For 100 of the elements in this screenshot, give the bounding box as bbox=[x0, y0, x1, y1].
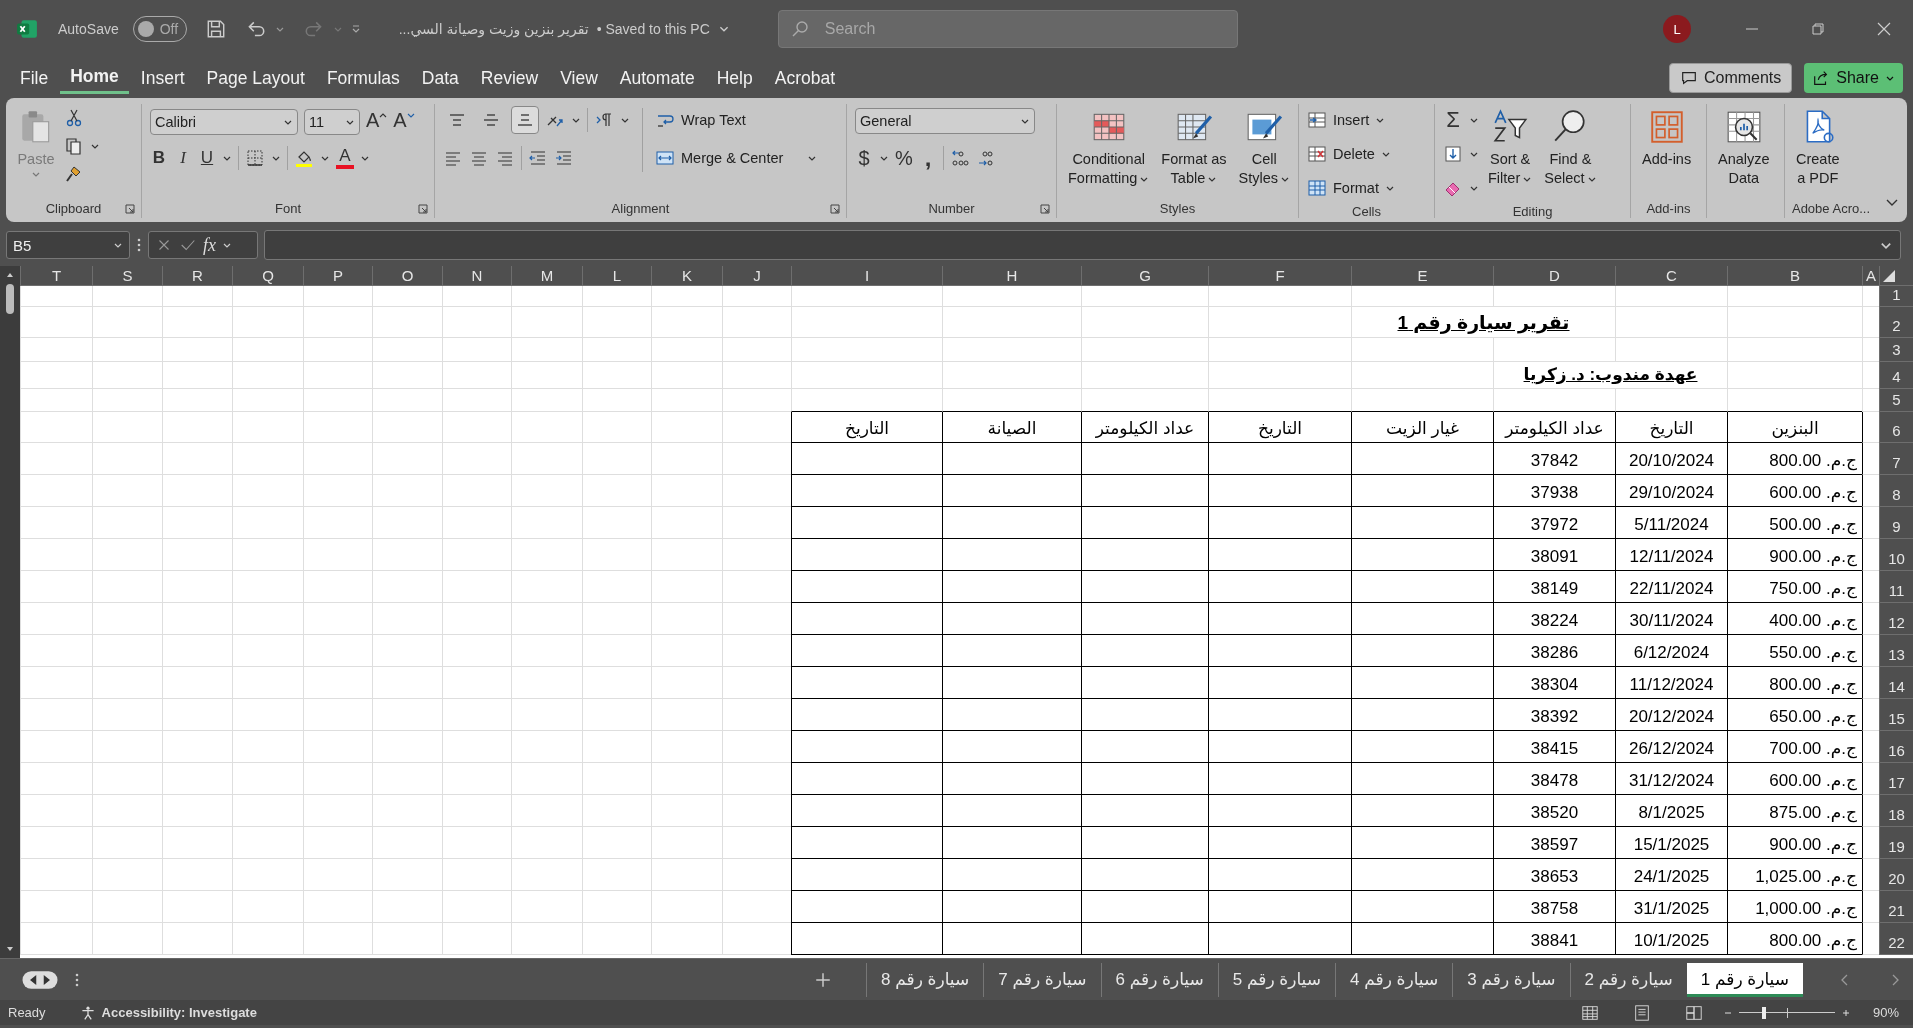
row-header[interactable]: 14 bbox=[1879, 667, 1913, 699]
empty-cell[interactable] bbox=[1208, 603, 1351, 635]
column-header[interactable]: G bbox=[1081, 266, 1208, 286]
analyze-data-button[interactable]: Analyze Data bbox=[1715, 104, 1773, 188]
empty-cell[interactable] bbox=[1351, 891, 1493, 923]
table-cell[interactable]: 38392 bbox=[1493, 699, 1615, 731]
column-header[interactable]: T bbox=[20, 266, 92, 286]
sheet-title[interactable]: تقرير سيارة رقم 1 bbox=[1351, 307, 1615, 338]
accessibility-icon[interactable] bbox=[79, 1004, 96, 1021]
row-header[interactable]: 1 bbox=[1879, 286, 1913, 307]
menu-tab[interactable]: Acrobat bbox=[764, 62, 846, 94]
column-header[interactable]: M bbox=[511, 266, 582, 286]
create-pdf-button[interactable]: Create a PDF bbox=[1793, 104, 1843, 188]
empty-cell[interactable] bbox=[791, 443, 942, 475]
table-cell[interactable]: ج.م. 600.00 bbox=[1727, 763, 1862, 795]
sort-filter-button[interactable]: Sort & Filter bbox=[1485, 104, 1536, 188]
empty-cell[interactable] bbox=[1081, 827, 1208, 859]
empty-cell[interactable] bbox=[1208, 443, 1351, 475]
table-cell[interactable]: 8/1/2025 bbox=[1615, 795, 1727, 827]
number-format-select[interactable]: General bbox=[855, 108, 1035, 134]
decrease-font-size-button[interactable]: A bbox=[393, 108, 415, 132]
empty-cell[interactable] bbox=[1351, 827, 1493, 859]
empty-cell[interactable] bbox=[942, 443, 1081, 475]
column-header[interactable]: H bbox=[942, 266, 1081, 286]
increase-indent-icon[interactable] bbox=[554, 148, 574, 168]
table-cell[interactable]: 29/10/2024 bbox=[1615, 475, 1727, 507]
empty-cell[interactable] bbox=[942, 827, 1081, 859]
percent-button[interactable]: % bbox=[895, 146, 913, 170]
table-cell[interactable]: ج.م. 600.00 bbox=[1727, 475, 1862, 507]
page-break-preview-icon[interactable] bbox=[1685, 1003, 1703, 1022]
column-header[interactable]: I bbox=[791, 266, 942, 286]
column-header[interactable]: C bbox=[1615, 266, 1727, 286]
empty-cell[interactable] bbox=[1208, 475, 1351, 507]
table-header-cell[interactable]: عداد الكيلومتر bbox=[1081, 412, 1208, 443]
empty-cell[interactable] bbox=[942, 891, 1081, 923]
empty-cell[interactable] bbox=[1615, 389, 1727, 412]
find-select-button[interactable]: Find & Select bbox=[1541, 104, 1600, 188]
empty-cell[interactable] bbox=[1493, 389, 1615, 412]
menu-tab[interactable]: Formulas bbox=[316, 62, 410, 94]
table-cell[interactable]: ج.م. 900.00 bbox=[1727, 827, 1862, 859]
empty-cell[interactable] bbox=[1208, 731, 1351, 763]
empty-cell[interactable] bbox=[1351, 667, 1493, 699]
table-cell[interactable]: 37938 bbox=[1493, 475, 1615, 507]
row-header[interactable]: 21 bbox=[1879, 891, 1913, 923]
autosum-button[interactable]: Σ bbox=[1443, 104, 1479, 136]
row-header[interactable]: 6 bbox=[1879, 412, 1913, 443]
empty-cell[interactable] bbox=[1081, 699, 1208, 731]
row-header[interactable]: 7 bbox=[1879, 443, 1913, 475]
table-cell[interactable]: 20/12/2024 bbox=[1615, 699, 1727, 731]
table-cell[interactable]: 37972 bbox=[1493, 507, 1615, 539]
empty-cell[interactable] bbox=[1351, 795, 1493, 827]
column-header[interactable]: L bbox=[582, 266, 651, 286]
fill-down-icon[interactable] bbox=[1443, 144, 1463, 164]
dialog-launcher-icon[interactable] bbox=[1040, 204, 1050, 214]
menu-tab[interactable]: Data bbox=[411, 62, 469, 94]
borders-icon[interactable] bbox=[245, 148, 265, 168]
table-cell[interactable]: 15/1/2025 bbox=[1615, 827, 1727, 859]
empty-cell[interactable] bbox=[942, 795, 1081, 827]
sheet-tab[interactable]: سيارة رقم 7 bbox=[983, 962, 1101, 997]
table-cell[interactable]: 10/1/2025 bbox=[1615, 923, 1727, 955]
empty-cell[interactable] bbox=[1081, 667, 1208, 699]
empty-cell[interactable] bbox=[1081, 571, 1208, 603]
empty-cell[interactable] bbox=[791, 827, 942, 859]
empty-cell[interactable] bbox=[791, 731, 942, 763]
column-header[interactable]: D bbox=[1493, 266, 1615, 286]
table-header-cell[interactable]: التاريخ bbox=[791, 412, 942, 443]
vertical-scrollbar[interactable] bbox=[0, 266, 20, 958]
table-header-cell[interactable]: غيار الزيت bbox=[1351, 412, 1493, 443]
empty-cell[interactable] bbox=[1208, 859, 1351, 891]
empty-cell[interactable] bbox=[942, 507, 1081, 539]
empty-cell[interactable] bbox=[942, 699, 1081, 731]
sheet-subtitle[interactable]: عهدة مندوب: د. زكريا bbox=[1493, 362, 1727, 389]
empty-cell[interactable] bbox=[1351, 731, 1493, 763]
empty-cell[interactable] bbox=[1081, 731, 1208, 763]
sheet-tab[interactable]: سيارة رقم 3 bbox=[1452, 962, 1570, 997]
empty-cell[interactable] bbox=[1208, 539, 1351, 571]
zoom-level[interactable]: 90% bbox=[1873, 1005, 1903, 1020]
table-cell[interactable]: ج.م. 875.00 bbox=[1727, 795, 1862, 827]
row-header[interactable]: 4 bbox=[1879, 362, 1913, 389]
row-header[interactable]: 22 bbox=[1879, 923, 1913, 955]
share-button[interactable]: Share bbox=[1804, 63, 1903, 93]
row-header[interactable]: 2 bbox=[1879, 307, 1913, 338]
menu-tab[interactable]: Page Layout bbox=[196, 62, 315, 94]
empty-cell[interactable] bbox=[1351, 603, 1493, 635]
row-header[interactable]: 13 bbox=[1879, 635, 1913, 667]
table-cell[interactable]: ج.م. 1,000.00 bbox=[1727, 891, 1862, 923]
add-sheet-icon[interactable] bbox=[814, 970, 832, 989]
empty-cell[interactable] bbox=[942, 603, 1081, 635]
table-cell[interactable]: 38478 bbox=[1493, 763, 1615, 795]
table-cell[interactable]: 12/11/2024 bbox=[1615, 539, 1727, 571]
empty-cell[interactable] bbox=[942, 475, 1081, 507]
empty-cell[interactable] bbox=[1351, 635, 1493, 667]
table-cell[interactable]: ج.م. 750.00 bbox=[1727, 571, 1862, 603]
select-all-button[interactable] bbox=[1879, 266, 1913, 286]
empty-cell[interactable] bbox=[1351, 763, 1493, 795]
table-cell[interactable]: 31/12/2024 bbox=[1615, 763, 1727, 795]
row-header[interactable]: 11 bbox=[1879, 571, 1913, 603]
table-header-cell[interactable]: الصيانة bbox=[942, 412, 1081, 443]
menu-tab[interactable]: Automate bbox=[609, 62, 705, 94]
empty-cell[interactable] bbox=[791, 667, 942, 699]
